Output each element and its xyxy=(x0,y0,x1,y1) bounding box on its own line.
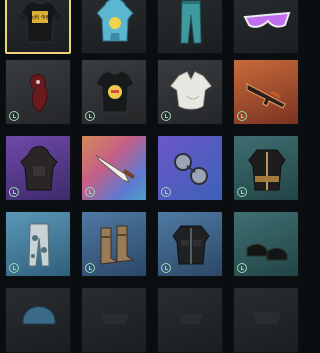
gold-jacket-icon xyxy=(248,149,286,191)
tile-shirt-chicken[interactable] xyxy=(81,59,147,125)
tile-mask-red[interactable] xyxy=(5,59,71,125)
tile-item-partial-3[interactable] xyxy=(157,287,223,353)
hooded-coat-icon xyxy=(20,146,58,191)
blue-hoodie-icon xyxy=(96,0,134,42)
tile-shoes-black[interactable] xyxy=(233,211,299,277)
tile-knife-skin[interactable] xyxy=(81,135,147,201)
tile-shirt-black-print[interactable]: 大吉大利 今晚吃鸡 xyxy=(5,0,71,54)
owned-badge xyxy=(161,111,171,121)
tile-hoodie-blue[interactable] xyxy=(81,0,147,54)
tile-item-partial-4[interactable] xyxy=(233,287,299,353)
white-shirt-icon xyxy=(170,71,212,110)
owned-badge xyxy=(237,111,247,121)
inventory-grid: 大吉大利 今晚吃鸡 xyxy=(0,0,300,353)
chicken-tshirt-icon xyxy=(95,70,135,113)
tile-jacket-gold[interactable] xyxy=(233,135,299,201)
tile-sunglasses-purple[interactable] xyxy=(233,0,299,54)
camo-pants-icon xyxy=(28,223,50,267)
item-icon xyxy=(179,314,203,324)
owned-badge xyxy=(85,263,95,273)
owned-badge xyxy=(9,111,19,121)
tile-coat-hooded[interactable] xyxy=(5,135,71,201)
owned-badge xyxy=(161,263,171,273)
black-tshirt-icon: 大吉大利 今晚吃鸡 xyxy=(19,0,61,43)
tile-helmet-partial[interactable] xyxy=(5,287,71,353)
knife-icon xyxy=(95,154,136,183)
shirt-print-text: 大吉大利 今晚吃鸡 xyxy=(19,14,61,21)
goggles-icon xyxy=(174,153,208,185)
red-mask-icon xyxy=(29,74,48,113)
owned-badge xyxy=(9,263,19,273)
owned-badge xyxy=(9,187,19,197)
tile-rifle-skin[interactable] xyxy=(233,59,299,125)
helmet-icon xyxy=(22,306,56,325)
tile-boots[interactable] xyxy=(81,211,147,277)
owned-badge xyxy=(161,187,171,197)
tile-item-partial-2[interactable] xyxy=(81,287,147,353)
item-icon xyxy=(101,314,129,324)
tile-jacket-leather[interactable] xyxy=(157,211,223,277)
tile-shirt-white[interactable] xyxy=(157,59,223,125)
black-shoes-icon xyxy=(246,243,288,261)
owned-badge xyxy=(237,187,247,197)
tile-pants-teal[interactable] xyxy=(157,0,223,54)
rifle-icon xyxy=(246,83,286,109)
item-icon xyxy=(253,312,281,324)
owned-badge xyxy=(237,263,247,273)
purple-sunglasses-icon xyxy=(243,11,291,28)
owned-badge xyxy=(85,187,95,197)
tile-goggles[interactable] xyxy=(157,135,223,201)
teal-pants-icon xyxy=(180,0,202,44)
leather-jacket-icon xyxy=(172,225,210,265)
owned-badge xyxy=(85,111,95,121)
tile-pants-camo[interactable] xyxy=(5,211,71,277)
boots-icon xyxy=(100,225,135,265)
